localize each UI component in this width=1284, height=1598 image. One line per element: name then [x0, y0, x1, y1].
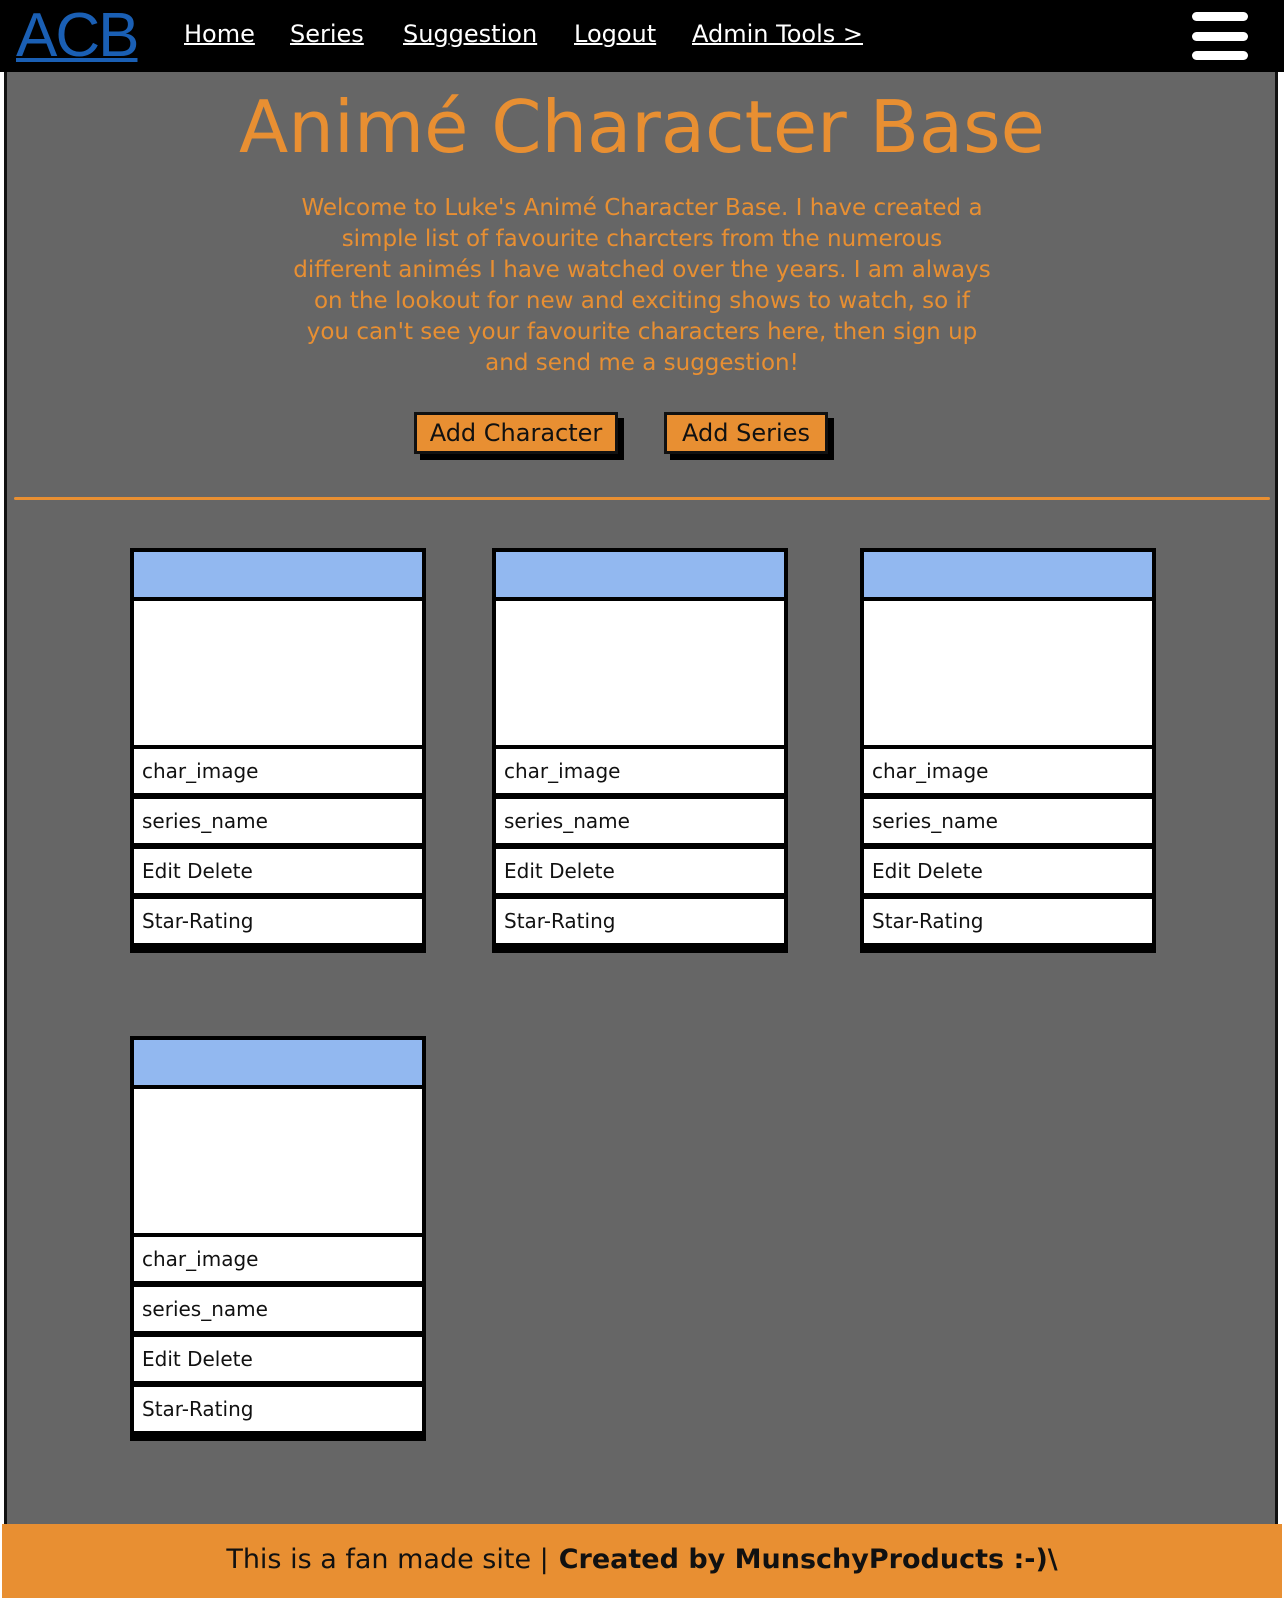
card-edit-delete-actions[interactable]: Edit Delete: [496, 849, 784, 893]
hamburger-bar: [1192, 32, 1248, 41]
footer-credit: Created by MunschyProducts :-)\: [558, 1544, 1058, 1575]
card-edit-delete-actions[interactable]: Edit Delete: [864, 849, 1152, 893]
card-header: [134, 1040, 422, 1085]
top-navigation-bar: ACB Home Series Suggestion Logout Admin …: [0, 0, 1284, 72]
card-edit-delete-actions[interactable]: Edit Delete: [134, 849, 422, 893]
character-card[interactable]: char_image series_name Edit Delete Star-…: [130, 1036, 426, 1441]
character-card[interactable]: char_image series_name Edit Delete Star-…: [130, 548, 426, 953]
hamburger-menu-icon[interactable]: [1192, 12, 1248, 60]
footer-text: This is a fan made site | Created by Muns…: [2, 1542, 1282, 1578]
nav-link-admin-tools[interactable]: Admin Tools >: [692, 18, 863, 50]
nav-link-home[interactable]: Home: [184, 18, 255, 50]
page-frame: ACB Home Series Suggestion Logout Admin …: [0, 0, 1284, 1598]
card-star-rating[interactable]: Star-Rating: [864, 899, 1152, 943]
add-character-button[interactable]: Add Character: [414, 412, 618, 454]
card-series-name-field: series_name: [134, 1287, 422, 1331]
card-star-rating[interactable]: Star-Rating: [134, 899, 422, 943]
add-series-button[interactable]: Add Series: [664, 412, 828, 454]
site-footer: This is a fan made site | Created by Muns…: [2, 1524, 1282, 1598]
card-header: [496, 552, 784, 597]
card-image-placeholder: [496, 601, 784, 745]
nav-link-suggestion[interactable]: Suggestion: [403, 18, 537, 50]
character-card[interactable]: char_image series_name Edit Delete Star-…: [492, 548, 788, 953]
nav-link-series[interactable]: Series: [290, 18, 364, 50]
card-series-name-field: series_name: [496, 799, 784, 843]
card-series-name-field: series_name: [134, 799, 422, 843]
hamburger-bar: [1192, 12, 1248, 21]
page-title: Animé Character Base: [239, 85, 1045, 169]
welcome-text: Welcome to Luke's Animé Character Base. …: [293, 195, 991, 376]
site-logo-link[interactable]: ACB: [16, 2, 139, 70]
card-edit-delete-actions[interactable]: Edit Delete: [134, 1337, 422, 1381]
card-star-rating[interactable]: Star-Rating: [496, 899, 784, 943]
card-header: [134, 552, 422, 597]
card-header: [864, 552, 1152, 597]
footer-note: This is a fan made site |: [226, 1544, 549, 1575]
nav-link-logout[interactable]: Logout: [574, 18, 656, 50]
card-image-placeholder: [864, 601, 1152, 745]
card-char-image-field: char_image: [134, 749, 422, 793]
card-char-image-field: char_image: [864, 749, 1152, 793]
card-star-rating[interactable]: Star-Rating: [134, 1387, 422, 1431]
card-image-placeholder: [134, 1089, 422, 1233]
character-card[interactable]: char_image series_name Edit Delete Star-…: [860, 548, 1156, 953]
section-divider: [14, 497, 1270, 500]
hamburger-bar: [1192, 51, 1248, 60]
card-char-image-field: char_image: [496, 749, 784, 793]
card-char-image-field: char_image: [134, 1237, 422, 1281]
card-image-placeholder: [134, 601, 422, 745]
card-series-name-field: series_name: [864, 799, 1152, 843]
